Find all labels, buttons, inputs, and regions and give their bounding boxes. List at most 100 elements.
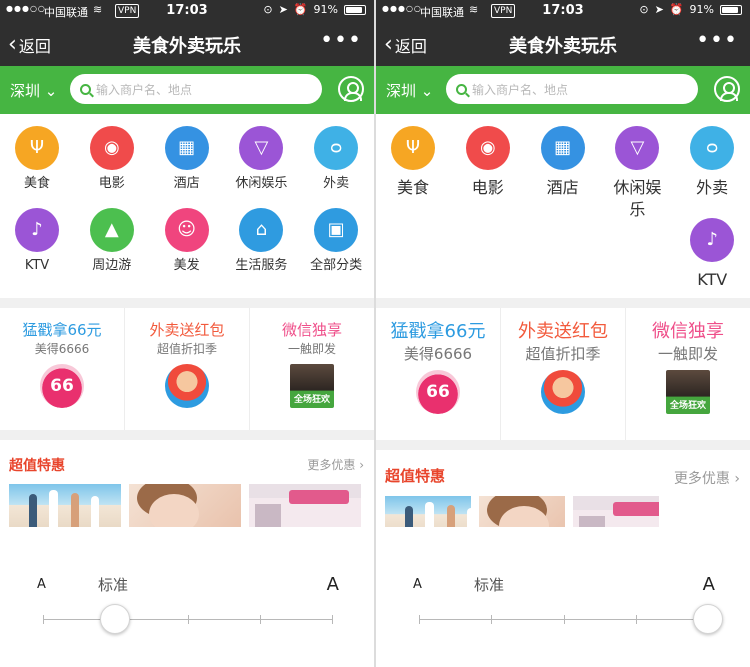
category-fork-knife[interactable]: Ψ 美食 [376,126,450,199]
font-small-label: A [37,577,46,592]
promo-66-badge-image: 66 [416,370,460,414]
category-scooter[interactable]: ᴑ 外卖 [675,126,749,199]
category-label: 电影 [98,176,125,191]
grid-icon: ▣ [314,208,359,252]
category-film-reel[interactable]: ◉ 电影 [75,126,149,192]
promo-banner[interactable]: 微信独享 一触即发 全场狂欢 [250,308,374,430]
more-deals-link[interactable]: 更多优惠 › [307,456,364,473]
promo-title: 猛戳拿66元 [390,321,486,342]
category-label: 外卖 [323,176,350,191]
promo-title: 微信独享 [652,321,724,342]
deals-section: 超值特惠 更多优惠 › [0,440,374,530]
promo-banners: 猛戳拿66元 美得6666 66 外卖送红包 超值折扣季 微信独享 一触即发 全场狂欢 [0,308,374,430]
category-microphone[interactable]: ♪ KTV [0,208,74,274]
category-grid[interactable]: ▣ 全部分类 [299,208,373,274]
category-hotel[interactable]: ▦ 酒店 [526,126,600,199]
category-fork-knife[interactable]: Ψ 美食 [0,126,74,192]
promo-banner[interactable]: 外卖送红包 超值折扣季 [125,308,250,430]
category-cocktail[interactable]: ▽ 休闲娱乐 [224,126,298,192]
status-bar: ●●●○○ 中国联通 ≋ VPN 17:03 ⊙ ➤ ⏰ 91% [0,0,374,22]
more-deals-label: 更多优惠 [673,471,730,487]
deals-header: 超值特惠 [9,458,65,474]
font-size-slider[interactable] [43,604,333,634]
font-size-slider[interactable] [419,604,723,634]
category-label: 美食 [396,178,429,197]
promo-66-badge-image: 66 [40,364,84,408]
category-grid: Ψ 美食 ◉ 电影 ▦ 酒店 ▽ 休闲娱乐 ᴑ 外卖 ♪ KTV [376,114,750,298]
celebrity-photo-image: 全场狂欢 [666,370,710,414]
category-label: 周边游 [92,258,132,273]
category-label: 全部分类 [310,258,363,273]
category-cocktail[interactable]: ▽ 休闲娱乐 [600,126,674,221]
user-profile-icon[interactable] [338,76,364,102]
more-deals-link[interactable]: 更多优惠 › [674,468,740,488]
more-menu-button[interactable]: ••• [320,28,362,53]
category-home-smile[interactable]: ⌂ 生活服务 [224,208,298,274]
chevron-down-icon: ⌄ [420,82,434,100]
lock-rotation-icon: ⊙ [263,3,273,16]
film-reel-icon: ◉ [89,126,134,170]
promo-66-text: 66 [426,382,450,402]
user-profile-icon[interactable] [714,76,740,102]
slider-tick [564,615,565,624]
font-large-label: A [702,574,715,595]
alarm-icon: ⏰ [293,3,308,16]
phone-screen-standard-font: ●●●○○ 中国联通 ≋ VPN 17:03 ⊙ ➤ ⏰ 91% ‹ 返回 美食… [0,0,374,667]
deal-image-store[interactable] [249,484,361,530]
category-label: 酒店 [173,176,200,191]
search-input[interactable]: 输入商户名、地点 [446,74,698,104]
category-label: 休闲娱乐 [235,176,288,191]
battery-percent: 91% [313,3,338,16]
font-size-panel: A 标准 A [0,527,374,667]
more-menu-button[interactable]: ••• [696,28,738,53]
hotel-icon: ▦ [164,126,209,170]
font-small-label: A [413,577,422,592]
location-arrow-icon: ➤ [654,3,664,16]
fork-knife-icon: Ψ [391,126,435,170]
promo-party-text: 全场狂欢 [293,395,330,405]
deal-image-beach[interactable] [9,484,121,530]
search-bar: 深圳 ⌄ 输入商户名、地点 [376,66,750,114]
fork-knife-icon: Ψ [15,126,59,170]
slider-tick [43,615,44,624]
delivery-man-image [165,364,209,408]
category-hair[interactable]: ☺ 美发 [150,208,224,274]
slider-knob[interactable] [693,604,723,634]
promo-banner[interactable]: 猛戳拿66元 美得6666 66 [376,308,501,440]
cocktail-icon: ▽ [239,126,284,170]
category-microphone[interactable]: ♪ KTV [675,218,749,291]
search-icon [80,83,91,95]
city-label: 深圳 [386,82,417,100]
city-label: 深圳 [10,82,41,100]
microphone-icon: ♪ [690,218,735,262]
slider-tick [188,615,189,624]
chevron-right-icon: › [359,458,364,472]
deals-header: 超值特惠 [385,467,446,485]
category-hotel[interactable]: ▦ 酒店 [150,126,224,192]
category-scooter[interactable]: ᴑ 外卖 [299,126,373,192]
category-label: KTV [697,270,728,289]
chevron-down-icon: ⌄ [44,82,58,100]
battery-icon [344,4,366,15]
location-arrow-icon: ➤ [278,3,288,16]
promo-title: 微信独享 [281,321,342,339]
deal-image-portrait[interactable] [129,484,241,530]
film-reel-icon: ◉ [465,126,510,170]
promo-banner[interactable]: 猛戳拿66元 美得6666 66 [0,308,125,430]
promo-subtitle: 超值折扣季 [156,342,217,356]
slider-knob[interactable] [100,604,130,634]
category-mountain[interactable]: ▲ 周边游 [75,208,149,274]
city-selector[interactable]: 深圳 ⌄ [10,80,57,101]
category-film-reel[interactable]: ◉ 电影 [451,126,525,199]
promo-banner[interactable]: 微信独享 一触即发 全场狂欢 [626,308,750,440]
font-large-label: A [326,574,339,595]
status-right: ⊙ ➤ ⏰ 91% [639,3,742,16]
city-selector[interactable]: 深圳 ⌄ [386,80,433,101]
category-grid: Ψ 美食 ◉ 电影 ▦ 酒店 ▽ 休闲娱乐 ᴑ 外卖 ♪ KTV ▲ 周边游 ☺ 美发 ⌂ 生活服务 ▣ 全部分类 [0,114,374,298]
nav-bar: ‹ 返回 美食外卖玩乐 ••• [376,22,750,66]
search-icon [456,83,467,95]
search-input[interactable]: 输入商户名、地点 [70,74,322,104]
search-bar: 深圳 ⌄ 输入商户名、地点 [0,66,374,114]
page-title: 美食外卖玩乐 [509,36,617,57]
promo-banner[interactable]: 外卖送红包 超值折扣季 [501,308,626,440]
